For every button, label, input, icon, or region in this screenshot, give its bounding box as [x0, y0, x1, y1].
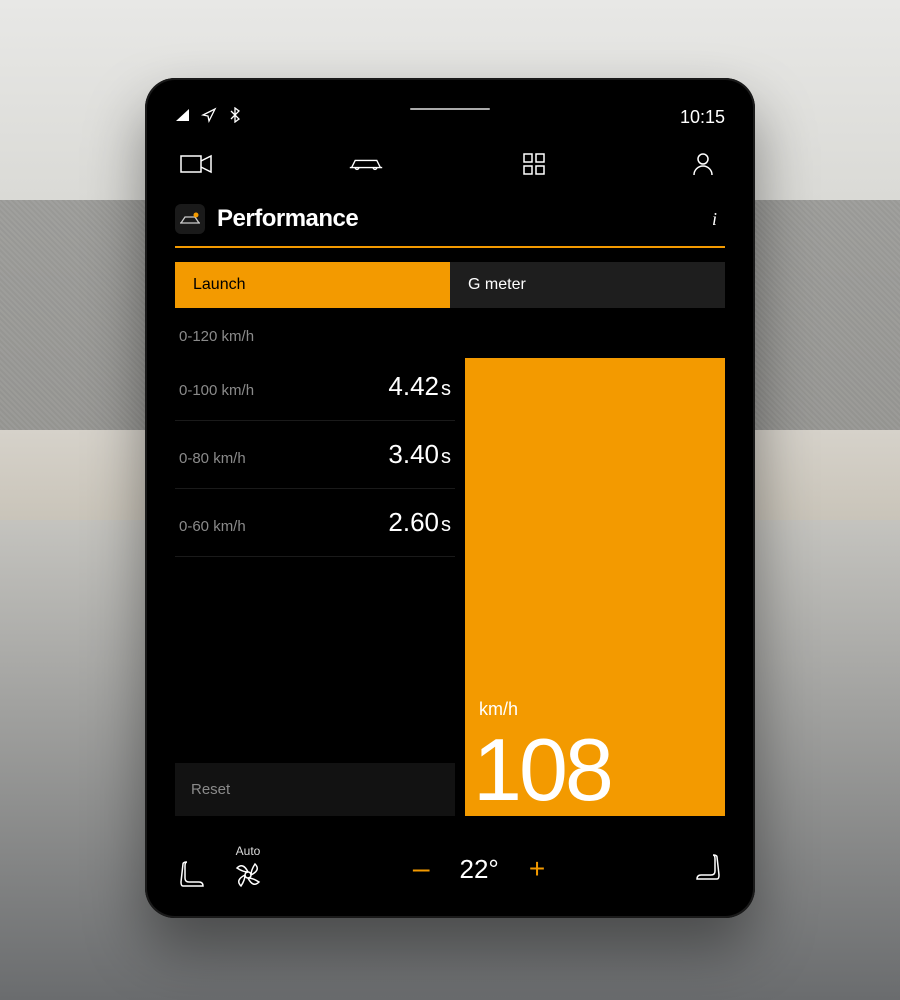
metric-row: 0-100 km/h 4.42s: [175, 353, 455, 421]
reset-button[interactable]: Reset: [175, 763, 455, 816]
seat-left-icon[interactable]: [179, 858, 205, 895]
speed-panel: km/h 108: [465, 358, 725, 816]
metric-value: 2.60s: [388, 507, 451, 538]
climate-bar: Auto – 22° +: [175, 824, 725, 896]
metric-headline: 0-120 km/h: [175, 314, 455, 353]
status-bar: 10:15: [175, 100, 725, 134]
car-icon[interactable]: [348, 150, 384, 178]
apps-grid-icon[interactable]: [516, 150, 552, 178]
speed-value: 108: [473, 726, 611, 814]
profile-icon[interactable]: [685, 150, 721, 178]
drag-handle[interactable]: [410, 108, 490, 110]
tab-bar: Launch G meter: [175, 262, 725, 308]
temp-up-button[interactable]: +: [529, 853, 545, 885]
info-button[interactable]: i: [704, 209, 725, 230]
fan-mode-label: Auto: [236, 844, 261, 858]
temp-down-button[interactable]: –: [413, 852, 430, 886]
speed-unit: km/h: [479, 699, 518, 720]
bluetooth-icon: [227, 107, 243, 128]
camera-icon[interactable]: [179, 150, 215, 178]
temperature-value: 22°: [460, 854, 499, 885]
main-nav: [175, 134, 725, 196]
metric-row: 0-60 km/h 2.60s: [175, 489, 455, 557]
metric-row: 0-80 km/h 3.40s: [175, 421, 455, 489]
seat-right-icon[interactable]: [695, 851, 721, 888]
clock: 10:15: [680, 107, 725, 128]
metric-label: 0-80 km/h: [179, 450, 246, 467]
cellular-signal-icon: [175, 107, 191, 128]
metric-label: 0-120 km/h: [179, 328, 254, 345]
metric-value: 4.42s: [388, 371, 451, 402]
infotainment-screen: 10:15 Performance i Launch G meter: [145, 78, 755, 918]
performance-app-icon: [175, 204, 205, 234]
metric-label: 0-60 km/h: [179, 518, 246, 535]
metric-label: 0-100 km/h: [179, 382, 254, 399]
launch-metrics: 0-120 km/h 0-100 km/h 4.42s 0-80 km/h 3.…: [175, 314, 455, 824]
app-header: Performance i: [175, 196, 725, 248]
fan-icon[interactable]: [233, 860, 263, 895]
metric-value: 3.40s: [388, 439, 451, 470]
tab-launch[interactable]: Launch: [175, 262, 450, 308]
location-icon: [201, 107, 217, 128]
app-title: Performance: [217, 205, 358, 233]
tab-gmeter[interactable]: G meter: [450, 262, 725, 308]
